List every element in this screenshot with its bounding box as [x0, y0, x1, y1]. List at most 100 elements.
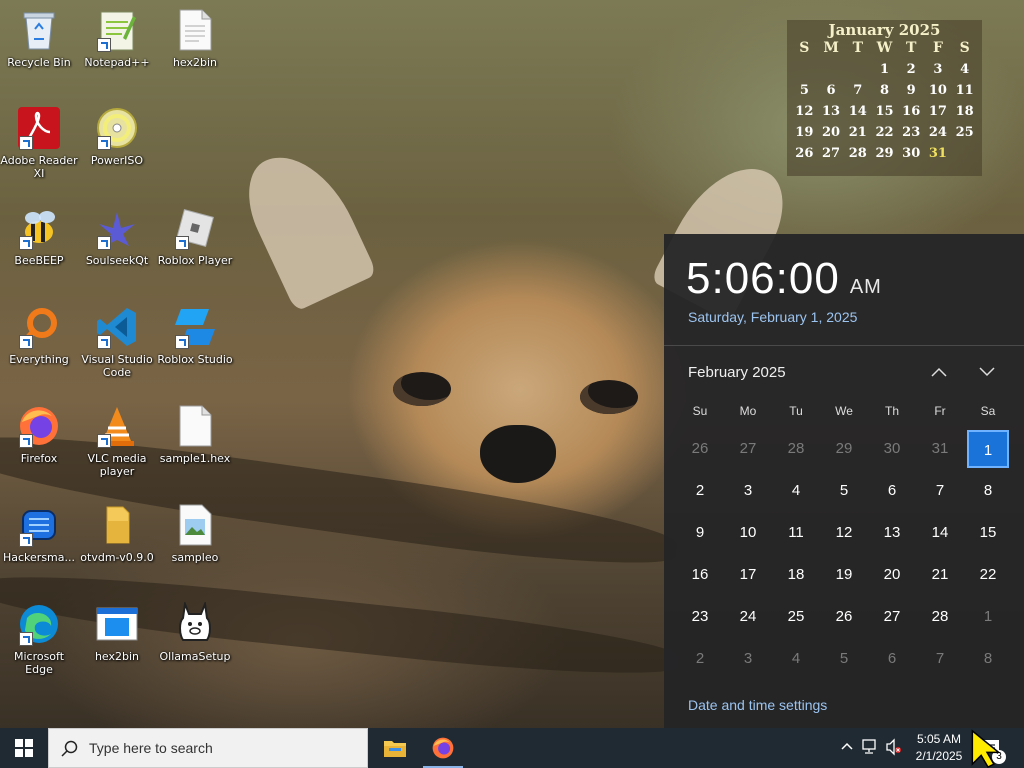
- calendar-day[interactable]: 13: [868, 512, 916, 554]
- desktop-calendar-day: 24: [928, 125, 947, 140]
- roblox-studio-icon: [173, 305, 217, 349]
- notepad-plus-plus-icon: [95, 8, 139, 52]
- desktop-icon-label: Hackersma...: [2, 551, 75, 564]
- desktop-icon-vscode[interactable]: Visual Studio Code: [78, 305, 156, 379]
- volume-tray-button[interactable]: [885, 738, 905, 758]
- desktop-icon-sampleo[interactable]: sampleo: [156, 503, 234, 564]
- calendar-day[interactable]: 21: [916, 554, 964, 596]
- calendar-day[interactable]: 3: [724, 470, 772, 512]
- calendar-day[interactable]: 17: [724, 554, 772, 596]
- desktop-calendar-day: [818, 60, 845, 79]
- calendar-day[interactable]: 23: [676, 596, 724, 638]
- calendar-day[interactable]: 22: [964, 554, 1012, 596]
- desktop-icon-hackersma[interactable]: Hackersma...: [0, 503, 78, 564]
- flyout-date-link[interactable]: Saturday, February 1, 2025: [688, 309, 857, 325]
- calendar-day[interactable]: 29: [820, 428, 868, 470]
- calendar-day[interactable]: 26: [676, 428, 724, 470]
- desktop-calendar-day: 31: [928, 146, 947, 161]
- taskbar-firefox[interactable]: [419, 728, 467, 768]
- calendar-day[interactable]: 7: [916, 470, 964, 512]
- date-time-settings-link[interactable]: Date and time settings: [688, 697, 827, 713]
- clock-calendar-flyout: 5:06:00 AM Saturday, February 1, 2025 Feb…: [664, 234, 1024, 728]
- desktop-icon-vlc[interactable]: VLC media player: [78, 404, 156, 478]
- desktop-icon-sample1-hex[interactable]: sample1.hex: [156, 404, 234, 465]
- flyout-divider: [664, 345, 1024, 346]
- desktop-icon-label: PowerISO: [90, 154, 144, 167]
- calendar-day[interactable]: 8: [964, 638, 1012, 680]
- calendar-day[interactable]: 18: [772, 554, 820, 596]
- desktop-calendar-weekday: F: [932, 40, 943, 56]
- blank-file-icon: [173, 404, 217, 448]
- calendar-day[interactable]: 27: [868, 596, 916, 638]
- desktop-calendar-day: 6: [826, 83, 836, 98]
- calendar-day[interactable]: 1: [964, 596, 1012, 638]
- calendar-day[interactable]: 10: [724, 512, 772, 554]
- desktop-icon-poweriso[interactable]: PowerISO: [78, 106, 156, 167]
- calendar-day-selected[interactable]: 1: [967, 430, 1009, 468]
- calendar-day[interactable]: 25: [772, 596, 820, 638]
- desktop-icon-roblox-studio[interactable]: Roblox Studio: [156, 305, 234, 366]
- desktop-icon-roblox-player[interactable]: Roblox Player: [156, 206, 234, 267]
- weekday-header: We: [835, 404, 853, 418]
- desktop-icon-everything[interactable]: Everything: [0, 305, 78, 366]
- calendar-day[interactable]: 11: [772, 512, 820, 554]
- desktop-icon-otvdm[interactable]: otvdm-v0.9.0: [78, 503, 156, 564]
- calendar-day[interactable]: 6: [868, 638, 916, 680]
- shortcut-arrow-icon: [19, 236, 33, 250]
- calendar-day[interactable]: 5: [820, 638, 868, 680]
- desktop-icon-hex2bin-2[interactable]: hex2bin: [78, 602, 156, 663]
- calendar-day[interactable]: 20: [868, 554, 916, 596]
- next-month-button[interactable]: [972, 358, 1002, 386]
- desktop-icon-ollamasetup[interactable]: OllamaSetup: [156, 602, 234, 663]
- calendar-day[interactable]: 9: [676, 512, 724, 554]
- calendar-day[interactable]: 15: [964, 512, 1012, 554]
- show-hidden-icons-button[interactable]: [838, 738, 856, 758]
- calendar-day[interactable]: 6: [868, 470, 916, 512]
- calendar-day[interactable]: 30: [868, 428, 916, 470]
- calendar-day[interactable]: 8: [964, 470, 1012, 512]
- desktop-calendar-day: [951, 144, 978, 163]
- desktop-icon-firefox[interactable]: Firefox: [0, 404, 78, 465]
- desktop-calendar-title: January 2025: [828, 21, 941, 39]
- weekday-header: Sa: [980, 404, 996, 418]
- edge-icon: [17, 602, 61, 646]
- desktop-icon-soulseekqt[interactable]: SoulseekQt: [78, 206, 156, 267]
- desktop-icon-beebeep[interactable]: BeeBEEP: [0, 206, 78, 267]
- calendar-day[interactable]: 26: [820, 596, 868, 638]
- fox-eye-right: [580, 380, 638, 414]
- calendar-day[interactable]: 28: [916, 596, 964, 638]
- calendar-day[interactable]: 31: [916, 428, 964, 470]
- calendar-day[interactable]: 28: [772, 428, 820, 470]
- calendar-day[interactable]: 16: [676, 554, 724, 596]
- calendar-day[interactable]: 12: [820, 512, 868, 554]
- windows-logo-icon: [15, 739, 33, 757]
- calendar-day[interactable]: 7: [916, 638, 964, 680]
- desktop-icon-recycle-bin[interactable]: Recycle Bin: [0, 8, 78, 69]
- llama-icon: [173, 602, 217, 646]
- shortcut-arrow-icon: [175, 236, 189, 250]
- start-button[interactable]: [0, 728, 48, 768]
- calendar-day[interactable]: 3: [724, 638, 772, 680]
- desktop-icon-microsoft-edge[interactable]: Microsoft Edge: [0, 602, 78, 676]
- calendar-day[interactable]: 4: [772, 470, 820, 512]
- desktop-icon-hex2bin[interactable]: hex2bin: [156, 8, 234, 69]
- taskbar-file-explorer[interactable]: [371, 728, 419, 768]
- desktop-calendar-day: 3: [933, 62, 943, 77]
- taskbar-clock[interactable]: 5:05 AM 2/1/2025: [906, 731, 972, 765]
- flyout-month-label[interactable]: February 2025: [688, 364, 786, 381]
- network-tray-button[interactable]: [862, 738, 882, 758]
- calendar-day[interactable]: 5: [820, 470, 868, 512]
- calendar-day[interactable]: 4: [772, 638, 820, 680]
- desktop-calendar-day: [791, 60, 818, 79]
- taskbar-search-box[interactable]: Type here to search: [48, 728, 368, 768]
- calendar-day[interactable]: 2: [676, 638, 724, 680]
- calendar-day[interactable]: 19: [820, 554, 868, 596]
- calendar-day[interactable]: 27: [724, 428, 772, 470]
- desktop-icon-adobe-reader[interactable]: Adobe Reader XI: [0, 106, 78, 180]
- calendar-day[interactable]: 2: [676, 470, 724, 512]
- calendar-day[interactable]: 24: [724, 596, 772, 638]
- desktop-calendar-day: 8: [879, 83, 890, 98]
- calendar-day[interactable]: 14: [916, 512, 964, 554]
- previous-month-button[interactable]: [924, 358, 954, 386]
- desktop-icon-notepadpp[interactable]: Notepad++: [78, 8, 156, 69]
